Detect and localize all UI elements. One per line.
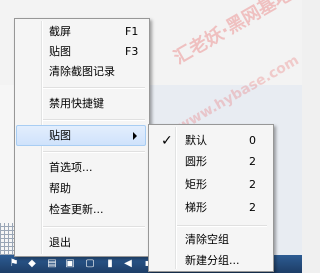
volume-icon[interactable]: ◀: [122, 258, 134, 270]
submenu-item-label: 圆形: [185, 155, 207, 168]
menu-item-label: 截屏: [49, 25, 71, 38]
submenu-item-count: 2: [249, 178, 256, 191]
menu-item-label: 清除截图记录: [49, 65, 115, 78]
submenu-item-count: 0: [249, 134, 256, 147]
menu-separator: [43, 226, 145, 228]
document-icon-2[interactable]: ▢: [84, 258, 96, 270]
menu-item-check-updates[interactable]: 检查更新...: [17, 200, 145, 220]
submenu-item-clear-empty-groups[interactable]: 清除空组: [151, 230, 269, 250]
submenu-item-label: 梯形: [185, 201, 207, 214]
menu-item-help[interactable]: 帮助: [17, 179, 145, 199]
submenu-item-label: 清除空组: [185, 233, 229, 246]
menu-item-label: 贴图: [49, 45, 71, 58]
submenu-item-label: 新建分组...: [185, 254, 240, 267]
submenu-item-circle[interactable]: 圆形 2: [151, 152, 269, 172]
menu-item-label: 退出: [49, 236, 71, 249]
menu-item-exit[interactable]: 退出: [17, 233, 145, 253]
background-grid-pattern: [0, 223, 14, 255]
shield-icon[interactable]: ◆: [26, 258, 38, 270]
screenshot-tray-icon[interactable]: ▣: [64, 258, 76, 270]
submenu-item-label: 默认: [185, 134, 207, 147]
submenu-item-rectangle[interactable]: 矩形 2: [151, 175, 269, 195]
flag-icon[interactable]: ⚑: [8, 258, 20, 270]
menu-item-label: 检查更新...: [49, 203, 104, 216]
menu-separator: [43, 151, 145, 153]
menu-item-shortcut: F3: [125, 45, 139, 58]
submenu-item-trapezoid[interactable]: 梯形 2: [151, 198, 269, 218]
submenu-item-new-group[interactable]: 新建分组...: [151, 251, 269, 269]
menu-item-paste-submenu[interactable]: 贴图: [16, 125, 146, 146]
menu-item-preferences[interactable]: 首选项...: [17, 158, 145, 178]
submenu-arrow-icon: [133, 132, 137, 140]
menu-separator: [43, 87, 145, 89]
menu-item-disable-hotkeys[interactable]: 禁用快捷键: [17, 94, 145, 114]
submenu-separator: [177, 225, 267, 227]
checkmark-icon: ✓: [161, 133, 173, 149]
menu-item-label: 贴图: [49, 129, 71, 142]
submenu-item-default[interactable]: ✓ 默认 0: [151, 131, 269, 151]
menu-item-paste-image[interactable]: 贴图 F3: [17, 42, 145, 62]
menu-item-label: 帮助: [49, 182, 71, 195]
menu-item-clear-history[interactable]: 清除截图记录: [17, 62, 145, 82]
context-menu: 截屏 F1 贴图 F3 清除截图记录 禁用快捷键 贴图 首选项... 帮助 检查…: [14, 18, 150, 257]
submenu-item-count: 2: [249, 201, 256, 214]
menu-separator: [43, 119, 145, 121]
menu-item-shortcut: F1: [125, 25, 139, 38]
paste-submenu: ✓ 默认 0 圆形 2 矩形 2 梯形 2 清除空组 新建分组...: [148, 124, 274, 272]
submenu-item-label: 矩形: [185, 178, 207, 191]
network-icon[interactable]: ▮: [104, 258, 116, 270]
menu-item-label: 首选项...: [49, 161, 93, 174]
document-icon[interactable]: ▤: [46, 258, 58, 270]
menu-item-label: 禁用快捷键: [49, 97, 104, 110]
menu-item-screenshot[interactable]: 截屏 F1: [17, 22, 145, 42]
submenu-item-count: 2: [249, 155, 256, 168]
